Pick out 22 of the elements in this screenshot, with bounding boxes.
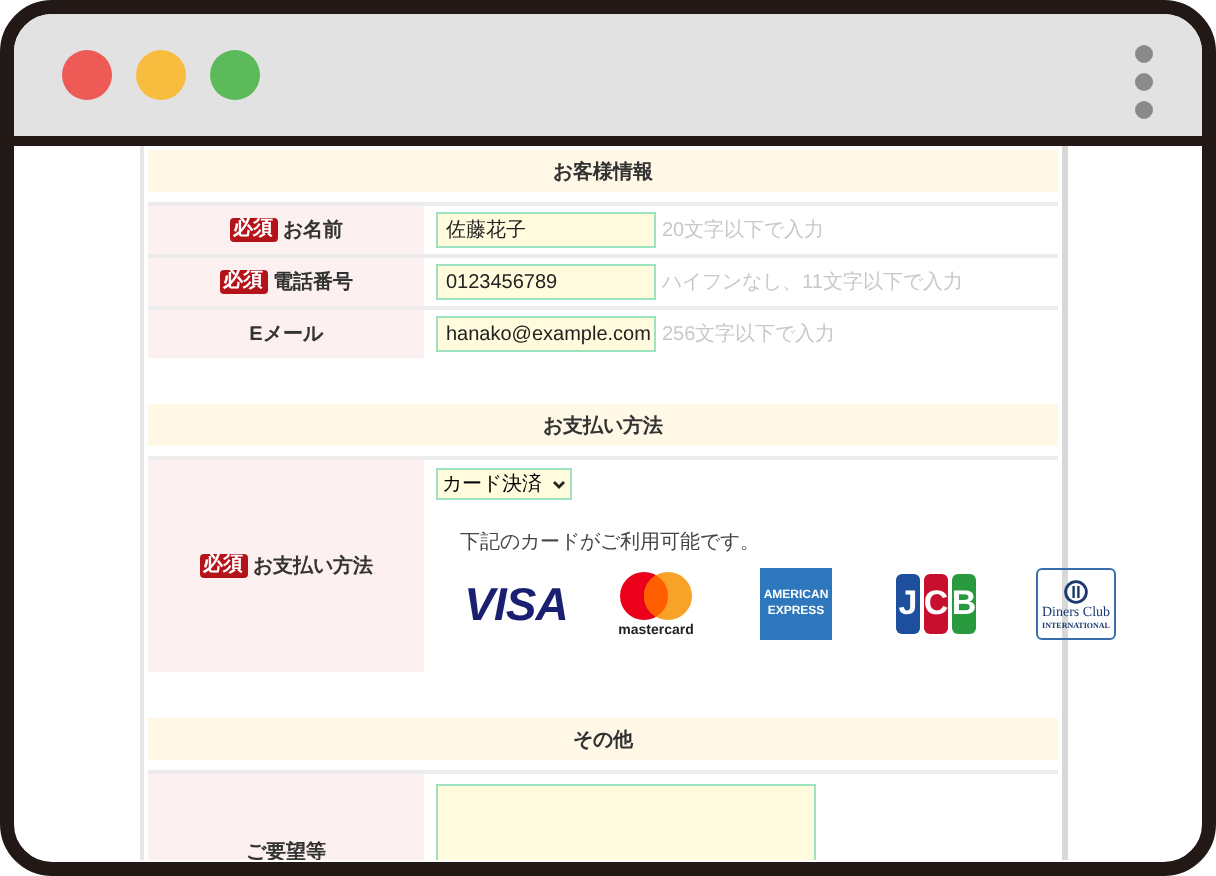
required-badge: 必須	[199, 554, 247, 578]
input-field[interactable]: hanako@example.com	[436, 316, 656, 352]
visa-logo: VISA	[464, 577, 568, 631]
more-menu-icon[interactable]	[1134, 44, 1154, 120]
card-note: 下記のカードがご利用可能です。	[460, 529, 760, 556]
payment-select[interactable]: カード決済	[436, 468, 572, 500]
required-badge: 必須	[219, 270, 267, 294]
chevron-down-icon	[552, 479, 566, 489]
input-field[interactable]: 0123456789	[436, 264, 656, 300]
input-field[interactable]: 佐藤花子	[436, 212, 656, 248]
jcb-logo: J C B	[896, 574, 976, 634]
window-control-dot[interactable]	[210, 50, 260, 100]
section-header: その他	[148, 718, 1058, 764]
window-control-dot[interactable]	[136, 50, 186, 100]
field-label: お名前	[283, 217, 343, 244]
field-label: Eメール	[249, 322, 323, 348]
section-header: お客様情報	[148, 150, 1058, 196]
field-label: 電話番号	[273, 269, 353, 296]
required-badge: 必須	[229, 218, 277, 242]
window-control-dot[interactable]	[62, 50, 112, 100]
field-label: お支払い方法	[253, 552, 373, 580]
section-header: お支払い方法	[148, 404, 1058, 450]
